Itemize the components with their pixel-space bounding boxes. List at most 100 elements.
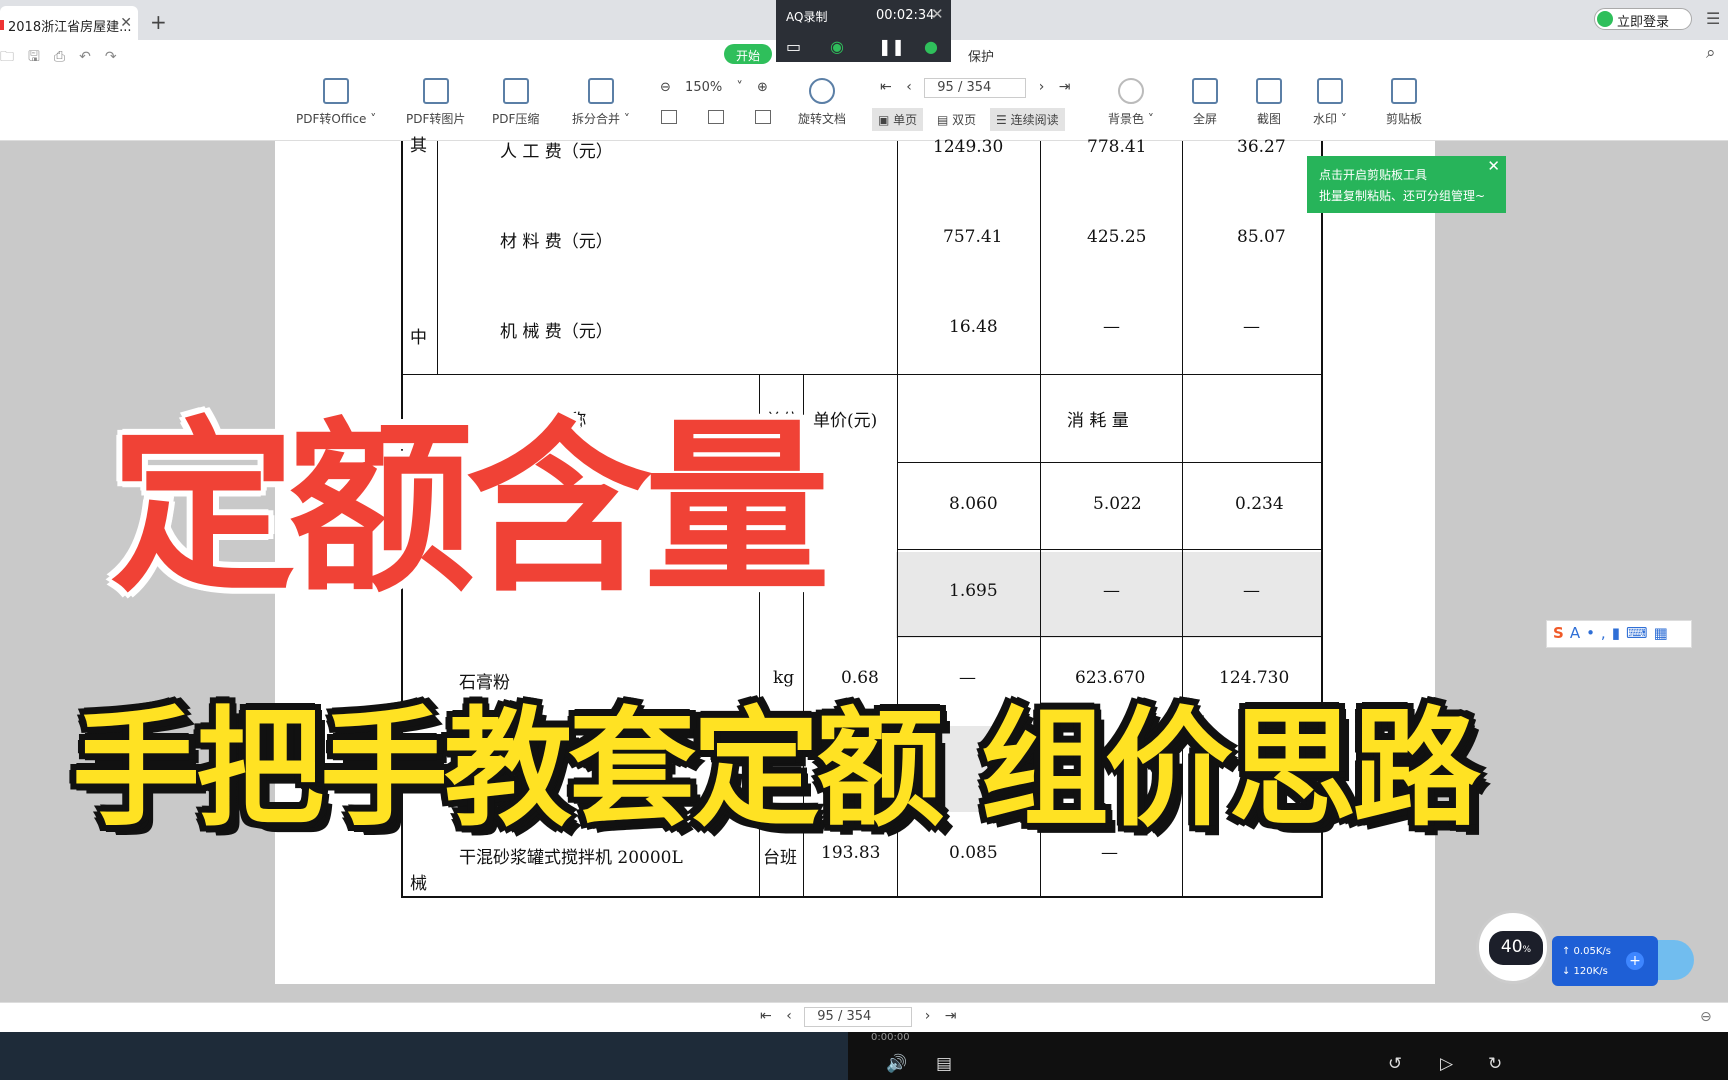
tab-document[interactable]: 2018浙江省房屋建... ✕ <box>0 6 138 40</box>
first-page-icon[interactable]: ⇤ <box>880 79 892 95</box>
volume-icon[interactable]: 🔊 <box>886 1054 907 1074</box>
grid-icon[interactable]: ▦ <box>1654 624 1674 642</box>
search-icon[interactable]: ⌕ <box>1706 43 1716 63</box>
close-icon[interactable]: ✕ <box>1487 156 1500 177</box>
play-icon[interactable]: ▷ <box>1440 1054 1453 1074</box>
menu-icon[interactable]: ☰ <box>1706 9 1720 28</box>
side-label: 其 <box>410 136 427 156</box>
first-page-icon[interactable]: ⇤ <box>760 1008 772 1024</box>
start-tab[interactable]: 开始 <box>724 44 772 64</box>
background-color-button[interactable]: 背景色 ˅ <box>1108 78 1154 127</box>
close-tab-icon[interactable]: ✕ <box>120 15 132 31</box>
sogou-icon[interactable]: S <box>1553 624 1570 642</box>
player-progress-area[interactable] <box>0 1032 848 1080</box>
cost-value: 778.41 <box>1087 137 1147 157</box>
machine-price: 193.83 <box>821 843 881 863</box>
table-line <box>897 636 1323 637</box>
last-page-icon[interactable]: ⇥ <box>945 1008 957 1024</box>
microphone-icon[interactable]: ● <box>924 37 938 56</box>
forward-30-icon[interactable]: ↻ <box>1488 1054 1502 1074</box>
pause-icon[interactable]: ❚❚ <box>878 37 905 56</box>
actual-size-icon[interactable] <box>661 110 677 124</box>
plus-icon[interactable]: + <box>1626 952 1644 970</box>
view-modes: ▣ 单页 ▤ 双页 ☰ 连续阅读 <box>872 108 1069 131</box>
download-speed: ↓ 120K/s <box>1562 966 1608 977</box>
login-button[interactable]: 立即登录 <box>1594 8 1692 30</box>
page-input[interactable]: 95 / 354 <box>924 78 1027 98</box>
cost-value: 16.48 <box>949 317 998 337</box>
zoom-value[interactable]: 150% <box>685 80 722 95</box>
cost-value: 85.07 <box>1237 227 1286 247</box>
machine-name: 干混砂浆罐式搅拌机 20000L <box>459 848 683 868</box>
fit-page-icon[interactable] <box>755 110 771 124</box>
window-icon[interactable]: ▭ <box>786 37 801 56</box>
bottom-page-input[interactable]: 95 / 354 <box>804 1007 913 1027</box>
microphone-icon[interactable]: ▮ <box>1612 624 1626 642</box>
fullscreen-button[interactable]: 全屏 <box>1192 78 1218 127</box>
font-icon[interactable]: A <box>1570 624 1586 642</box>
word-icon <box>323 78 350 104</box>
pdf-to-image-button[interactable]: PDF转图片 <box>406 78 465 127</box>
cost-value: 36.27 <box>1237 137 1286 157</box>
side-label: 械 <box>410 874 427 894</box>
quick-access-icons[interactable]: 🗀🖫⎙↶↷ <box>0 46 131 70</box>
toggle-icon <box>1597 11 1613 27</box>
page-current: 95 <box>937 80 954 95</box>
zoom-out-icon[interactable]: ⊖ <box>660 80 671 95</box>
background-label: 背景色 ˅ <box>1108 112 1154 126</box>
page-current: 95 <box>817 1009 834 1024</box>
screenshot-label: 截图 <box>1256 112 1281 126</box>
consumption-value: 0.085 <box>949 843 998 863</box>
zoom-in-icon[interactable]: ⊕ <box>757 80 768 95</box>
next-page-icon[interactable]: › <box>1039 79 1045 95</box>
percent-value: 40 <box>1500 937 1523 957</box>
record-icon[interactable]: ◉ <box>830 37 844 56</box>
clipboard-tooltip[interactable]: ✕ 点击开启剪贴板工具 批量复制粘贴、还可分组管理~ <box>1307 156 1506 213</box>
screenshot-button[interactable]: 截图 <box>1256 78 1282 127</box>
split-merge-label: 拆分合并 ˅ <box>572 112 630 126</box>
next-page-icon[interactable]: › <box>925 1008 931 1024</box>
pdf-to-office-button[interactable]: PDF转Office ˅ <box>296 78 376 127</box>
new-tab-button[interactable]: + <box>150 10 167 34</box>
watermark-button[interactable]: 水印 ˅ <box>1313 78 1347 127</box>
pdf-to-image-label: PDF转图片 <box>406 112 466 126</box>
last-page-icon[interactable]: ⇥ <box>1059 79 1071 95</box>
cost-label: 机 械 费（元） <box>500 322 613 342</box>
zoom-out-icon[interactable]: ⊖ <box>1700 1009 1712 1025</box>
fit-width-icon[interactable] <box>708 110 724 124</box>
cost-value: 425.25 <box>1087 227 1147 247</box>
prev-page-icon[interactable]: ‹ <box>786 1008 792 1024</box>
robot-icon: 40% <box>1476 910 1550 984</box>
tooltip-line: 点击开启剪贴板工具 <box>1319 168 1428 182</box>
cost-value: 1249.30 <box>933 137 1004 157</box>
rotate-button[interactable]: 旋转文档 <box>798 78 846 127</box>
split-merge-button[interactable]: 拆分合并 ˅ <box>572 78 630 127</box>
video-player-bar: 0:00:00 🔊 ▤ ↺ ▷ ↻ <box>0 1032 1728 1080</box>
rotate-icon <box>809 78 835 104</box>
consumption-value: — <box>1101 843 1118 863</box>
screen-recorder: AQ录制 00:02:34 ✕ ▭ ◉ ❚❚ ● <box>776 0 951 62</box>
close-icon[interactable]: ✕ <box>931 5 944 23</box>
keyboard-icon[interactable]: ⌨ <box>1626 624 1654 642</box>
input-method-bar[interactable]: SA•,▮⌨▦ <box>1546 620 1692 648</box>
bottom-page-navigator: ⇤ ‹ 95 / 354 › ⇥ <box>760 1007 957 1027</box>
subtitles-icon[interactable]: ▤ <box>936 1054 952 1074</box>
rewind-10-icon[interactable]: ↺ <box>1388 1054 1402 1074</box>
protect-tab[interactable]: 保护 <box>968 46 994 65</box>
fullscreen-label: 全屏 <box>1192 112 1217 126</box>
punctuation-icon[interactable]: •, <box>1586 624 1612 642</box>
material-price: 0.68 <box>841 668 879 688</box>
chevron-down-icon[interactable]: ˅ <box>736 80 743 95</box>
cost-value: — <box>1243 317 1260 337</box>
speed-widget[interactable]: ↑ 0.05K/s ↓ 120K/s + 40% <box>1476 910 1696 1000</box>
prev-page-icon[interactable]: ‹ <box>906 79 912 95</box>
consumption-value: 623.670 <box>1075 668 1146 688</box>
double-page-button[interactable]: ▤ 双页 <box>931 108 982 131</box>
clipboard-button[interactable]: 剪贴板 <box>1386 78 1422 127</box>
zoom-control[interactable]: ⊖ 150% ˅ ⊕ <box>660 80 768 95</box>
pdf-compress-button[interactable]: PDF压缩 <box>492 78 539 127</box>
page-navigator: ⇤ ‹ 95 / 354 › ⇥ <box>880 78 1071 98</box>
single-page-button[interactable]: ▣ 单页 <box>872 108 924 131</box>
header-consumption: 消 耗 量 <box>1067 411 1129 431</box>
continuous-button[interactable]: ☰ 连续阅读 <box>990 108 1065 131</box>
